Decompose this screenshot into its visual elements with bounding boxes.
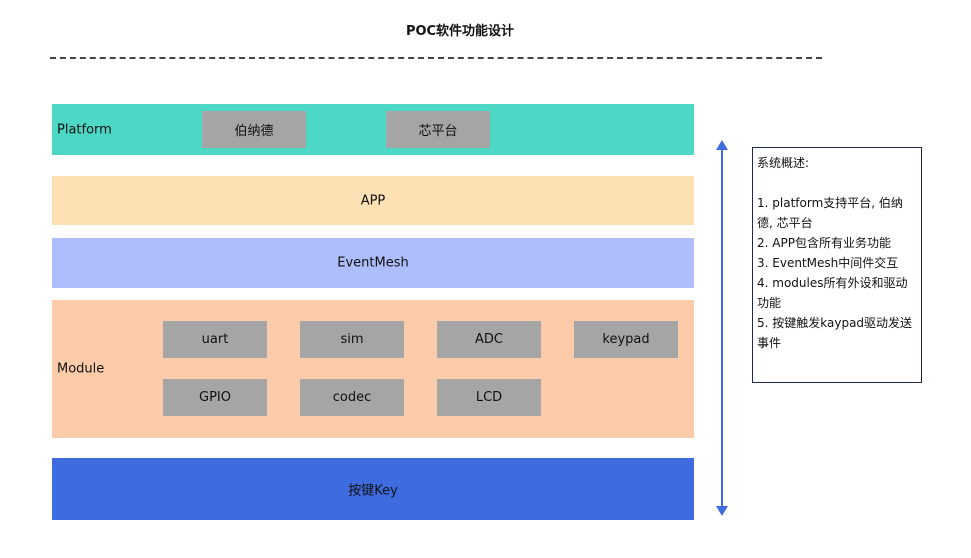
module-item-uart: uart [163, 321, 267, 358]
diagram-title: POC软件功能设计 [405, 24, 515, 39]
module-item-gpio: GPIO [163, 379, 267, 416]
note-item-4: 4. modules所有外设和驱动功能 [757, 276, 908, 310]
platform-item-xin: 芯平台 [386, 111, 490, 148]
platform-item-bernard: 伯纳德 [202, 111, 306, 148]
platform-layer: Platform 伯纳德 芯平台 [52, 104, 694, 155]
module-item-keypad: keypad [574, 321, 678, 358]
module-item-lcd: LCD [437, 379, 541, 416]
module-item-sim: sim [300, 321, 404, 358]
module-label: Module [57, 361, 105, 377]
note-item-1: 1. platform支持平台, 伯纳德, 芯平台 [757, 196, 903, 230]
app-layer: APP [52, 176, 694, 225]
module-item-adc: ADC [437, 321, 541, 358]
note-item-3: 3. EventMesh中间件交互 [757, 256, 899, 270]
system-overview-note: 系统概述: 1. platform支持平台, 伯纳德, 芯平台 2. APP包含… [752, 147, 922, 383]
module-item-codec: codec [300, 379, 404, 416]
note-title: 系统概述: [757, 156, 810, 170]
key-label: 按键Key [348, 483, 398, 499]
title-divider [50, 57, 822, 59]
note-item-2: 2. APP包含所有业务功能 [757, 236, 891, 250]
platform-label: Platform [57, 122, 112, 137]
double-headed-vertical-arrow-icon [716, 140, 728, 516]
note-item-5: 5. 按键触发kaypad驱动发送事件 [757, 316, 913, 350]
eventmesh-layer: EventMesh [52, 238, 694, 288]
eventmesh-label: EventMesh [337, 255, 409, 271]
key-layer: 按键Key [52, 458, 694, 520]
module-layer: Module uart sim ADC keypad GPIO codec LC… [52, 300, 694, 438]
app-label: APP [360, 193, 386, 208]
